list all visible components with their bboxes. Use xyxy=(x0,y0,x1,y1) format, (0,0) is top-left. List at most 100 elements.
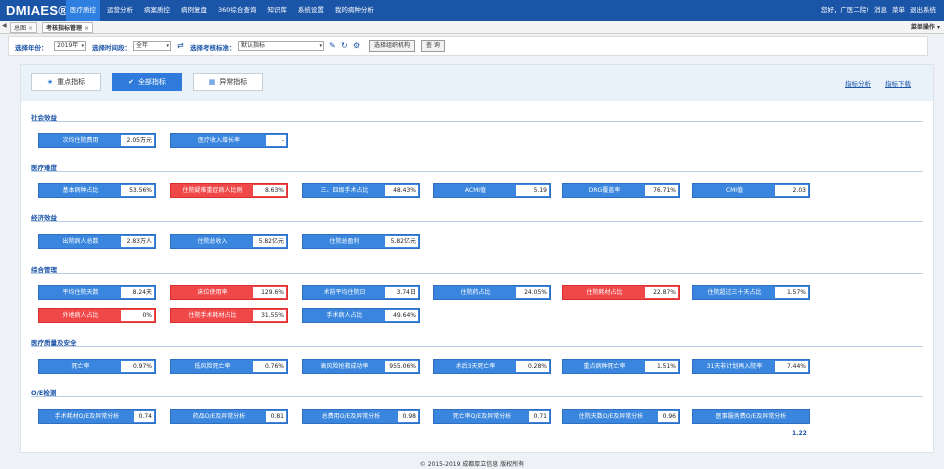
nav-item-system-settings[interactable]: 系统设置 xyxy=(294,0,328,21)
nav-item-operation-analysis[interactable]: 运营分析 xyxy=(103,0,137,21)
indicator-card[interactable]: 基本病种占比 53.56% xyxy=(38,183,156,198)
chevron-down-icon: ▾ xyxy=(166,43,169,49)
indicator-card[interactable]: 手术耗材O/E及异常分析 0.74 xyxy=(38,409,156,424)
indicator-label: 术后3天死亡率 xyxy=(455,363,496,370)
tab-overview[interactable]: 总图 × xyxy=(10,22,38,33)
indicator-card[interactable]: 重点病种死亡率 1.51% xyxy=(562,359,680,374)
gear-icon[interactable]: ⚙ xyxy=(353,41,360,51)
indicator-label: 住院疑难重症病人比例 xyxy=(182,187,243,194)
close-icon[interactable]: × xyxy=(28,25,33,32)
indicator-label: 住院药占比 xyxy=(460,289,491,296)
indicator-card[interactable]: 手术病人占比 49.64% xyxy=(302,308,420,323)
indicator-value: 129.6% xyxy=(253,287,286,298)
app-logo[interactable]: DMIAES® xyxy=(6,3,68,18)
all-indicators-tab[interactable]: ✔ 全部指标 xyxy=(112,73,182,91)
indicator-label: 死亡率O/E及异常分析 xyxy=(452,413,512,420)
indicator-label: 医事服务费O/E及异常分析 xyxy=(715,413,787,420)
indicator-value: 0.74 xyxy=(134,411,154,422)
indicator-label: 总费用O/E及异常分析 xyxy=(321,413,381,420)
indicator-card[interactable]: 住院天数O/E及异常分析 0.96 xyxy=(562,409,680,424)
indicator-label: 术前平均住院日 xyxy=(323,289,366,296)
indicator-card[interactable]: 住院药占比 24.05% xyxy=(433,285,551,300)
indicator-label: 住院耗材占比 xyxy=(586,289,623,296)
tab-overview-label: 总图 xyxy=(14,25,27,32)
close-icon[interactable]: × xyxy=(84,25,89,32)
indicator-card-alert[interactable]: 床位使用率 129.6% xyxy=(170,285,288,300)
indicator-value: 8.63% xyxy=(253,185,286,196)
standard-select-value: 默认指标 xyxy=(241,42,266,49)
greeting-text: 您好，广医二院! xyxy=(820,6,869,14)
filter-bar: 选择年份： 2019年 ▾ 选择时间段： 全年 ▾ ⇄ 选择考核标准： 默认指标 ▾ … xyxy=(8,36,928,56)
indicator-label: 高风险抢救成功率 xyxy=(320,363,369,370)
indicator-card[interactable]: 住院总盈利 5.82亿元 xyxy=(302,234,420,249)
nav-item-360-query[interactable]: 360综合查询 xyxy=(214,0,260,21)
year-select[interactable]: 2019年 ▾ xyxy=(54,41,86,51)
refresh-icon[interactable]: ↻ xyxy=(341,41,348,51)
key-indicators-tab[interactable]: ★ 重点指标 xyxy=(31,73,101,91)
indicator-card[interactable]: 总费用O/E及异常分析 0.98 xyxy=(302,409,420,424)
indicator-value: 0.98 xyxy=(398,411,418,422)
indicator-card[interactable]: ACMI值 5.19 xyxy=(433,183,551,198)
indicator-label: 住院超过三十天占比 xyxy=(707,289,762,296)
indicator-card[interactable]: 药品O/E及异常分析 0.81 xyxy=(170,409,288,424)
indicator-card[interactable]: 死亡率 0.97% xyxy=(38,359,156,374)
nav-item-quality-control[interactable]: 医疗质控 xyxy=(66,0,100,21)
indicator-card-alert[interactable]: 住院疑难重症病人比例 8.63% xyxy=(170,183,288,198)
indicator-value: 1.22 xyxy=(792,430,807,437)
indicator-card[interactable]: 31天非计划再入院率 7.44% xyxy=(692,359,810,374)
indicator-value: 31.55% xyxy=(253,310,286,321)
messages-link[interactable]: 消息 xyxy=(874,0,887,21)
menu-operation-button[interactable]: 菜单操作 ▾ xyxy=(911,22,940,33)
all-indicators-label: 全部指标 xyxy=(137,78,166,86)
indicator-card[interactable]: 医事服务费O/E及异常分析 xyxy=(692,409,810,424)
indicator-value: 76.71% xyxy=(645,185,678,196)
indicator-label: 床位使用率 xyxy=(197,289,228,296)
indicator-card[interactable]: 医疗收入增长率 - xyxy=(170,133,288,148)
indicator-card[interactable]: DRG覆盖率 76.71% xyxy=(562,183,680,198)
logout-link[interactable]: 退出系统 xyxy=(910,0,936,21)
indicator-card[interactable]: 平均住院天数 8.24天 xyxy=(38,285,156,300)
indicator-value: 49.64% xyxy=(385,310,418,321)
menu-link[interactable]: 菜单 xyxy=(892,0,905,21)
swap-icon[interactable]: ⇄ xyxy=(177,41,184,51)
key-indicators-label: 重点指标 xyxy=(57,78,86,86)
edit-icon[interactable]: ✎ xyxy=(329,41,336,51)
period-select[interactable]: 全年 ▾ xyxy=(133,41,171,51)
indicator-card[interactable]: 次均住院费用 2.05万元 xyxy=(38,133,156,148)
indicator-card-alert[interactable]: 住院耗材占比 22.87% xyxy=(562,285,680,300)
section-divider xyxy=(31,346,923,347)
query-button[interactable]: 查 询 xyxy=(421,40,445,52)
indicator-value: 2.83万人 xyxy=(121,236,154,247)
tab-indicator-management[interactable]: 考核指标管理 × xyxy=(42,22,94,33)
nav-item-knowledge-base[interactable]: 知识库 xyxy=(263,0,291,21)
nav-item-case-review[interactable]: 病例复盘 xyxy=(177,0,211,21)
indicator-label: 三、四级手术占比 xyxy=(320,187,369,194)
main-panel: ★ 重点指标 ✔ 全部指标 ▦ 异常指标 指标分析 指标下载 社会效益 次均住院费用 2… xyxy=(20,64,934,453)
select-org-button[interactable]: 选择组织机构 xyxy=(369,40,416,52)
indicator-value: 8.24天 xyxy=(121,287,154,298)
indicator-analysis-link[interactable]: 指标分析 xyxy=(845,78,871,88)
scroll-left-icon[interactable]: ◀ xyxy=(2,22,7,29)
indicator-card[interactable]: 死亡率O/E及异常分析 0.71 xyxy=(433,409,551,424)
indicator-card[interactable]: 住院总收入 5.82亿元 xyxy=(170,234,288,249)
indicator-card-alert[interactable]: 住院手术耗材占比 31.55% xyxy=(170,308,288,323)
indicator-card[interactable]: 低风险死亡率 0.76% xyxy=(170,359,288,374)
indicator-card-alert[interactable]: 外地病人占比 0% xyxy=(38,308,156,323)
indicator-card[interactable]: 高风险抢救成功率 955.06% xyxy=(302,359,420,374)
indicator-card[interactable]: 出院病人总数 2.83万人 xyxy=(38,234,156,249)
nav-item-case-qc[interactable]: 病案质控 xyxy=(140,0,174,21)
indicator-card[interactable]: CMI值 2.03 xyxy=(692,183,810,198)
nav-item-my-disease-analysis[interactable]: 我的病种分析 xyxy=(331,0,378,21)
indicator-card[interactable]: 术前平均住院日 3.74日 xyxy=(302,285,420,300)
indicator-label: 药品O/E及异常分析 xyxy=(192,413,246,420)
indicator-download-link[interactable]: 指标下载 xyxy=(885,78,911,88)
abnormal-indicators-tab[interactable]: ▦ 异常指标 xyxy=(193,73,263,91)
indicator-card[interactable]: 住院超过三十天占比 1.57% xyxy=(692,285,810,300)
section-divider xyxy=(31,396,923,397)
indicator-card[interactable]: 术后3天死亡率 0.28% xyxy=(433,359,551,374)
indicator-card[interactable]: 三、四级手术占比 48.43% xyxy=(302,183,420,198)
indicator-label: ACMI值 xyxy=(464,187,487,194)
indicator-value: 0.28% xyxy=(516,361,549,372)
standard-select[interactable]: 默认指标 ▾ xyxy=(238,41,324,51)
indicator-value: 5.19 xyxy=(516,185,549,196)
